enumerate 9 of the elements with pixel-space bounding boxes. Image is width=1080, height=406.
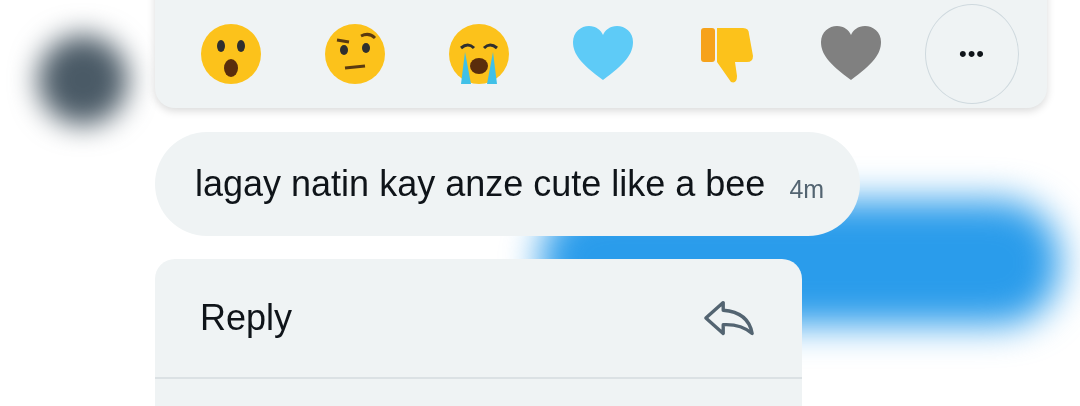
message-time: 4m: [789, 174, 825, 204]
astonished-face-icon[interactable]: [199, 22, 263, 86]
menu-label: Reply: [200, 297, 293, 339]
crying-face-icon[interactable]: [447, 22, 511, 86]
more-button[interactable]: •••: [925, 4, 1019, 104]
menu-item[interactable]: Reply: [155, 259, 802, 379]
reply-icon: [702, 298, 756, 338]
raised-eyebrow-face-icon[interactable]: [323, 22, 387, 86]
message-text: lagay natin kay anze cute like a bee: [195, 163, 766, 205]
